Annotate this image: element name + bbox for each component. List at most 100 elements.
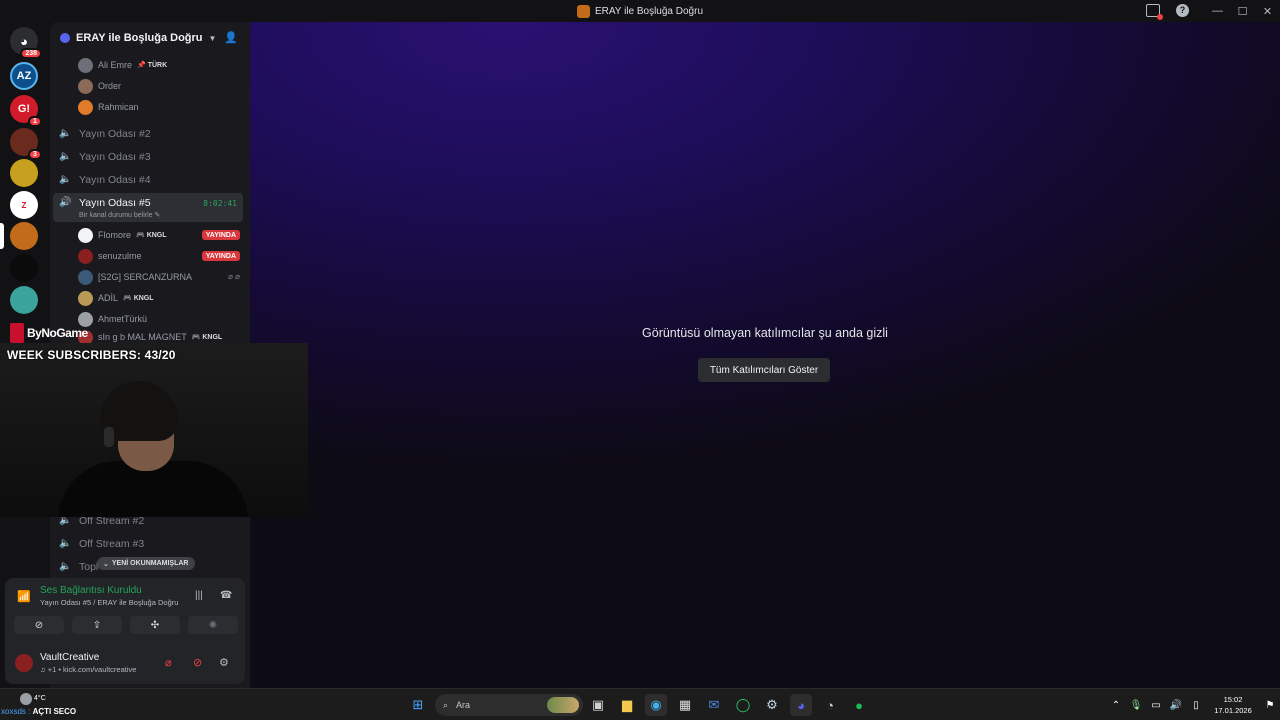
subscriber-counter: WEEK SUBSCRIBERS: 43/20 [7, 348, 176, 362]
discord-home-icon[interactable]: ◕ 238 [10, 27, 42, 59]
steam-icon[interactable]: ⚙ [761, 694, 783, 716]
weather-icon [20, 693, 32, 705]
start-icon[interactable]: ⊞ [407, 694, 429, 716]
notification-icon[interactable]: ⚑ [1260, 700, 1280, 711]
user-tag: 🎮 KNGL [191, 334, 223, 341]
bynogame-logo: ByNoGame [10, 322, 88, 344]
avatar [78, 290, 93, 306]
discord-app: ERAY ile Boşluğa Doğru ? — ☐ ✕ ◕ 238 AZ … [0, 0, 1280, 720]
voice-user[interactable]: Ali Emre 📌 TÜRK [78, 56, 167, 74]
speaker-icon: 🔈 [59, 538, 72, 549]
new-unread-button[interactable]: ⌄ YENİ OKUNMAMIŞLAR [97, 557, 195, 570]
discord-icon[interactable]: ◕ [790, 694, 812, 716]
server-header[interactable]: ERAY ile Boşluğa Doğru ▼ 👤 [50, 22, 250, 54]
speaker-active-icon: 🔊 [59, 197, 72, 208]
chevron-down-icon: ▼ [208, 33, 217, 43]
voice-user[interactable]: Order [78, 77, 121, 95]
channel-status[interactable]: Bir kanal durumu belirle ✎ [79, 211, 160, 219]
selected-server-indicator [0, 223, 4, 249]
app-icon[interactable]: ◔ [819, 694, 841, 716]
voice-channel[interactable]: 🔈 Yayın Odası #4 [53, 169, 243, 190]
server-boost-icon [60, 33, 70, 43]
disconnect-icon[interactable]: ☎ [220, 590, 232, 601]
gear-icon[interactable]: ⚙ [219, 656, 229, 669]
noise-suppression-icon[interactable]: ||| [195, 590, 203, 601]
voice-user[interactable]: ADİL 🎮 KNGL [78, 289, 154, 307]
activities-button[interactable]: ✣ [130, 616, 180, 634]
bynogame-icon [10, 323, 24, 343]
channel-timer: 8:02:41 [203, 199, 237, 208]
invite-user-icon[interactable]: 👤 [224, 31, 238, 44]
server-icon-gh[interactable]: G! 1 [10, 95, 42, 127]
voice-channel-path[interactable]: Yayın Odası #5 / ERAY ile Boşluğa Doğru [40, 598, 178, 607]
close-button[interactable]: ✕ [1255, 0, 1280, 22]
network-icon[interactable]: ▭ [1146, 700, 1166, 711]
voice-user[interactable]: sIn g b MAL MAGNET 🎮 KNGL [78, 331, 222, 343]
windows-taskbar: 4°C xoxsds : AÇTI SECO ⊞ ⌕ Ara ▣ ▆ ◉ ▦ ✉… [0, 688, 1280, 720]
mentions-badge: 238 [20, 48, 42, 59]
chevron-up-icon[interactable]: ⌃ [1106, 700, 1126, 711]
voice-status[interactable]: Ses Bağlantısı Kuruldu [40, 585, 142, 596]
server-icon-eray[interactable] [10, 222, 38, 250]
microphone-icon[interactable]: 🎙 [1126, 700, 1146, 711]
speaker-icon: 🔈 [59, 128, 72, 139]
user-tag: 🎮 KNGL [136, 232, 167, 239]
server-icon-4[interactable] [10, 159, 38, 187]
chevron-down-icon: ⌄ [103, 560, 109, 568]
maximize-button[interactable]: ☐ [1230, 0, 1255, 22]
help-icon[interactable]: ? [1176, 4, 1189, 17]
signal-icon[interactable]: 📶 [17, 590, 31, 603]
edge-icon[interactable]: ◉ [645, 694, 667, 716]
voice-user[interactable]: AhmetTürkü [78, 310, 147, 328]
camera-off-button[interactable]: ⊘ [14, 616, 64, 634]
username[interactable]: VaultCreative [40, 652, 99, 663]
server-icon-7[interactable] [10, 254, 38, 282]
voice-channel[interactable]: 🔈 Yayın Odası #2 [53, 123, 243, 144]
search-highlight-image [547, 697, 579, 713]
soundboard-button[interactable]: ✺ [188, 616, 238, 634]
mail-icon[interactable]: ✉ [703, 694, 725, 716]
avatar [78, 269, 93, 285]
live-badge: YAYINDA [201, 230, 240, 240]
minimize-button[interactable]: — [1205, 0, 1230, 22]
server-icon-zuno[interactable]: Z [10, 191, 38, 219]
show-all-participants-button[interactable]: Tüm Katılımcıları Göster [698, 358, 830, 382]
server-icon-3[interactable]: 3 [10, 128, 42, 160]
voice-stage: Görüntüsü olmayan katılımcılar şu anda g… [250, 22, 1280, 688]
live-badge: YAYINDA [201, 251, 240, 261]
voice-user[interactable]: senuzulme [78, 247, 142, 265]
speaker-icon: 🔈 [59, 151, 72, 162]
voice-user[interactable]: Rahmican [78, 98, 139, 116]
screen-share-button[interactable]: ⇪ [72, 616, 122, 634]
voice-channel-active[interactable]: 🔊 Yayın Odası #5 Bir kanal durumu belirl… [53, 193, 243, 222]
muted-deafened-icon: ⌀ ⌀ [228, 272, 240, 281]
avatar [78, 248, 93, 264]
task-view-icon[interactable]: ▣ [587, 694, 609, 716]
whatsapp-icon[interactable]: ◯ [732, 694, 754, 716]
search-box[interactable]: ⌕ Ara [435, 694, 583, 716]
store-icon[interactable]: ▦ [674, 694, 696, 716]
battery-icon[interactable]: ▯ [1186, 700, 1206, 711]
speaker-icon: 🔈 [59, 174, 72, 185]
inbox-icon[interactable] [1146, 4, 1163, 20]
volume-icon[interactable]: 🔊 [1166, 700, 1186, 711]
user-panel: VaultCreative ♫ +1 • kick.com/vaultcreat… [5, 642, 245, 684]
webcam-overlay [0, 343, 308, 517]
voice-channel[interactable]: 🔈 Yayın Odası #3 [53, 146, 243, 167]
avatar [78, 78, 93, 94]
headphones-deafened-icon[interactable]: ⊘ [193, 656, 202, 669]
server-icon-8[interactable] [10, 286, 38, 314]
voice-channel[interactable]: 🔈 Off Stream #3 [53, 533, 243, 554]
mic-muted-icon[interactable]: ⌀ [165, 656, 172, 669]
clock[interactable]: 15:02 17.01.2026 [1206, 694, 1260, 716]
avatar[interactable] [15, 654, 33, 672]
voice-user[interactable]: [S2G] SERCANZURNA [78, 268, 192, 286]
avatar [78, 99, 93, 115]
file-explorer-icon[interactable]: ▆ [616, 694, 638, 716]
voice-actions: ⊘ ⇪ ✣ ✺ [14, 616, 238, 634]
search-icon: ⌕ [443, 699, 449, 710]
server-icon-az[interactable]: AZ [10, 62, 38, 90]
voice-connection-panel: 📶 Ses Bağlantısı Kuruldu Yayın Odası #5 … [5, 578, 245, 642]
avatar [78, 227, 93, 243]
spotify-icon[interactable]: ● [848, 694, 870, 716]
